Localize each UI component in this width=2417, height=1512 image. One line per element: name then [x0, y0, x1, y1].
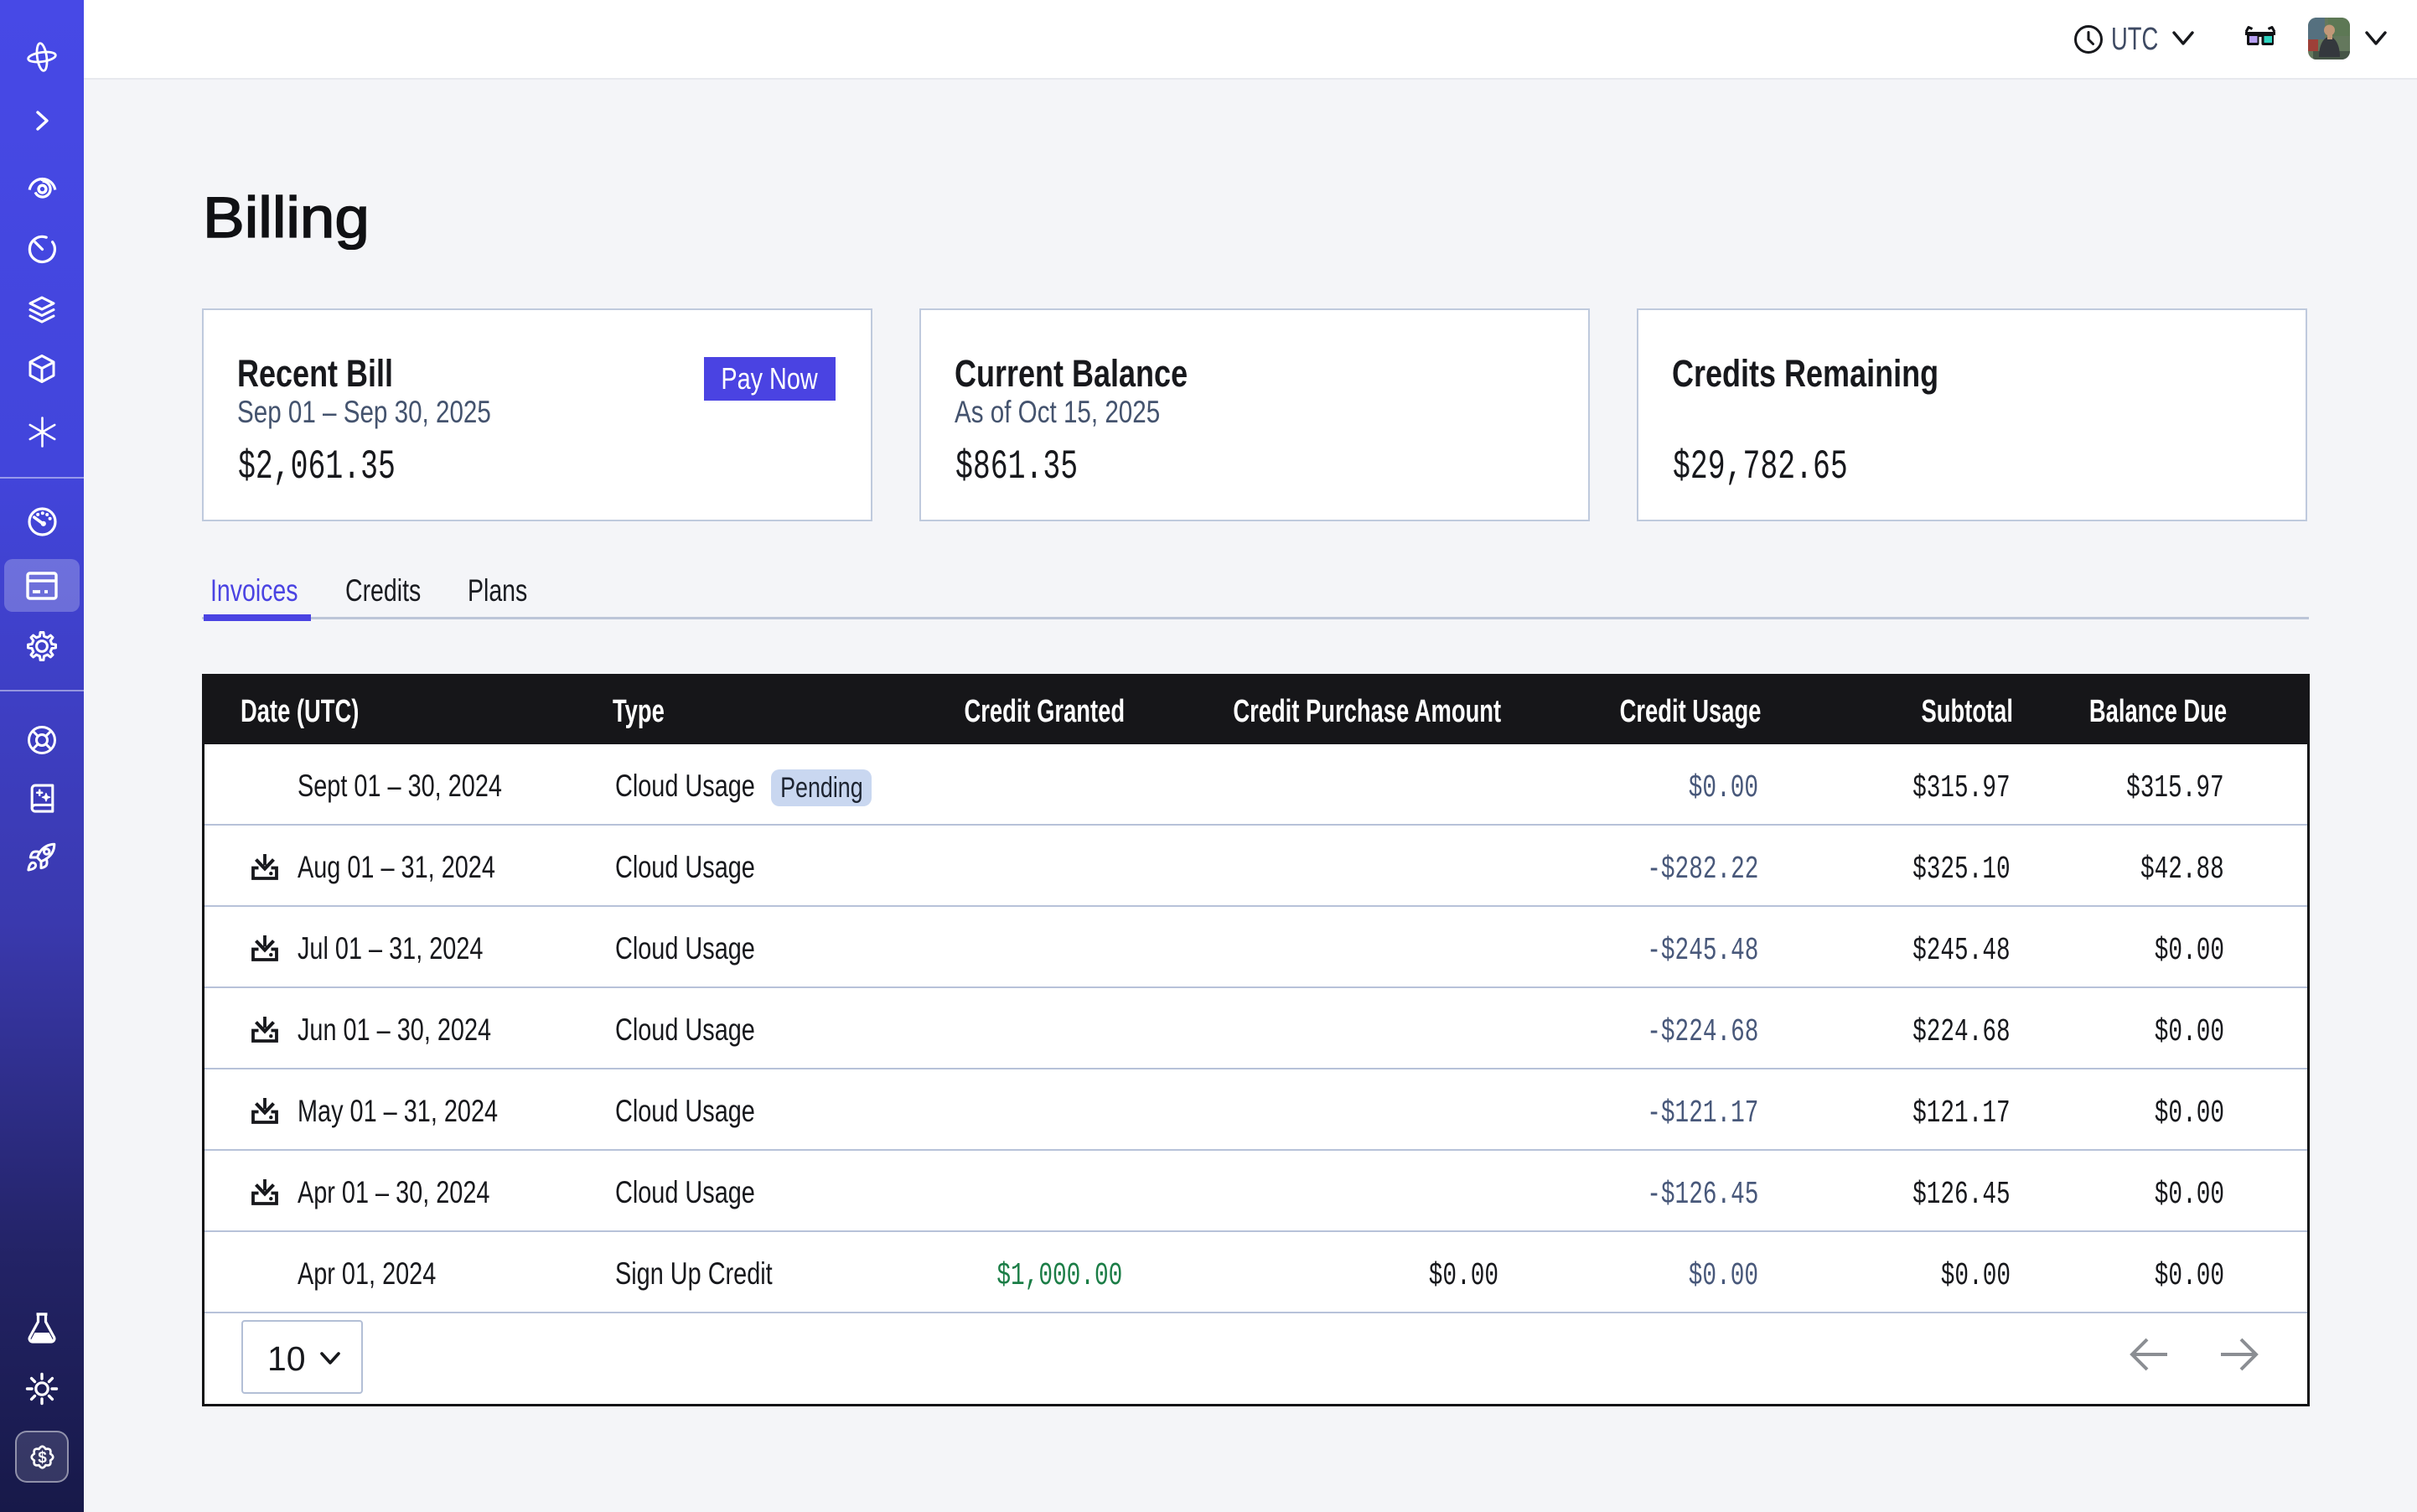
svg-text:$: $	[38, 1449, 47, 1467]
